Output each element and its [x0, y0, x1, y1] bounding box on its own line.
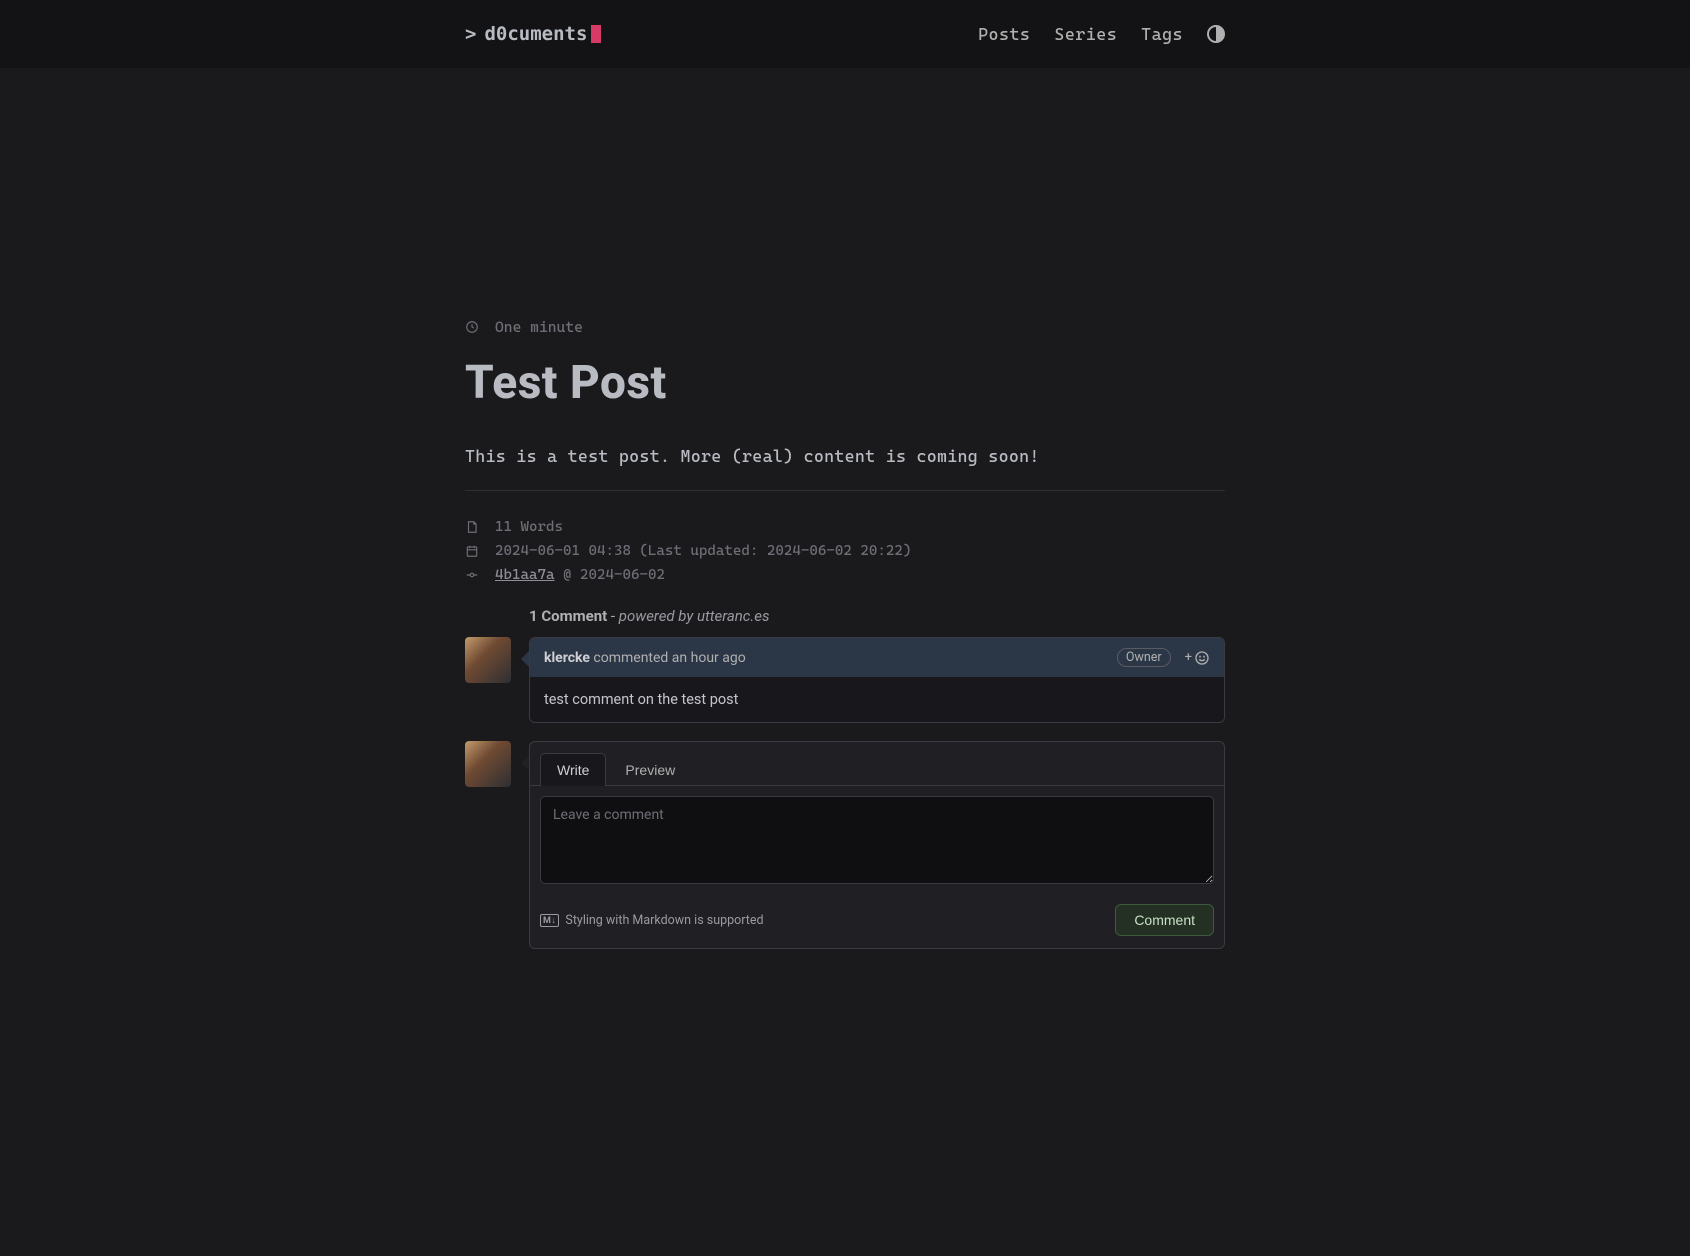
post-body: This is a test post. More (real) content… — [465, 446, 1225, 466]
markdown-hint[interactable]: M↓ Styling with Markdown is supported — [540, 913, 764, 928]
comments-section: 1 Comment - powered by utteranc.es klerc… — [465, 607, 1225, 949]
document-icon — [465, 520, 479, 534]
comments-count: 1 Comment — [529, 607, 607, 625]
clock-icon — [465, 320, 479, 334]
submit-comment-button[interactable]: Comment — [1115, 904, 1214, 936]
comment-editor: Write Preview M↓ Styling with Markdown i… — [465, 741, 1225, 949]
smile-icon — [1194, 650, 1210, 666]
comments-header: 1 Comment - powered by utteranc.es — [529, 607, 1225, 625]
post-container: One minute Test Post This is a test post… — [465, 68, 1225, 949]
speech-arrow-icon — [521, 651, 529, 667]
comment-author[interactable]: klercke — [544, 650, 590, 666]
read-time-text: One minute — [495, 318, 583, 336]
calendar-icon — [465, 544, 479, 558]
logo-cursor-icon — [591, 25, 601, 43]
post-date: 2024-06-01 04:38 (Last updated: 2024-06-… — [495, 543, 911, 559]
comment-body: test comment on the test post — [530, 677, 1224, 722]
logo-prompt: > — [465, 23, 476, 45]
commit-line: 4b1aa7a @ 2024-06-02 — [495, 567, 665, 583]
add-reaction-button[interactable]: + — [1185, 650, 1210, 666]
markdown-icon: M↓ — [540, 914, 559, 927]
comments-powered-by: powered by utteranc.es — [619, 607, 770, 625]
owner-badge: Owner — [1117, 648, 1171, 667]
word-count: 11 Words — [495, 519, 563, 535]
post-title: Test Post — [465, 356, 1225, 410]
comment-textarea[interactable] — [540, 796, 1214, 884]
commit-icon — [465, 568, 479, 582]
commit-hash-link[interactable]: 4b1aa7a — [495, 567, 554, 583]
markdown-hint-text: Styling with Markdown is supported — [565, 913, 763, 928]
theme-toggle-icon[interactable] — [1207, 25, 1225, 43]
speech-arrow-icon — [521, 755, 529, 771]
avatar[interactable] — [465, 741, 511, 787]
nav-posts[interactable]: Posts — [978, 24, 1030, 44]
logo-text: d0cuments — [484, 23, 587, 45]
topbar: > d0cuments Posts Series Tags — [0, 0, 1690, 68]
comment-item: klercke commented an hour ago Owner + te… — [465, 637, 1225, 723]
site-logo[interactable]: > d0cuments — [465, 23, 601, 45]
commit-suffix: @ 2024-06-02 — [554, 567, 664, 583]
editor-tabs: Write Preview — [530, 742, 1224, 786]
comment-header: klercke commented an hour ago Owner + — [530, 638, 1224, 677]
nav-series[interactable]: Series — [1054, 24, 1117, 44]
avatar[interactable] — [465, 637, 511, 683]
nav-tags[interactable]: Tags — [1141, 24, 1183, 44]
comment-time: commented an hour ago — [590, 650, 746, 666]
read-time-line: One minute — [465, 318, 1225, 336]
divider — [465, 490, 1225, 491]
tab-preview[interactable]: Preview — [608, 753, 692, 786]
tab-write[interactable]: Write — [540, 753, 606, 786]
post-meta: 11 Words 2024-06-01 04:38 (Last updated:… — [465, 519, 1225, 583]
main-nav: Posts Series Tags — [978, 24, 1225, 44]
